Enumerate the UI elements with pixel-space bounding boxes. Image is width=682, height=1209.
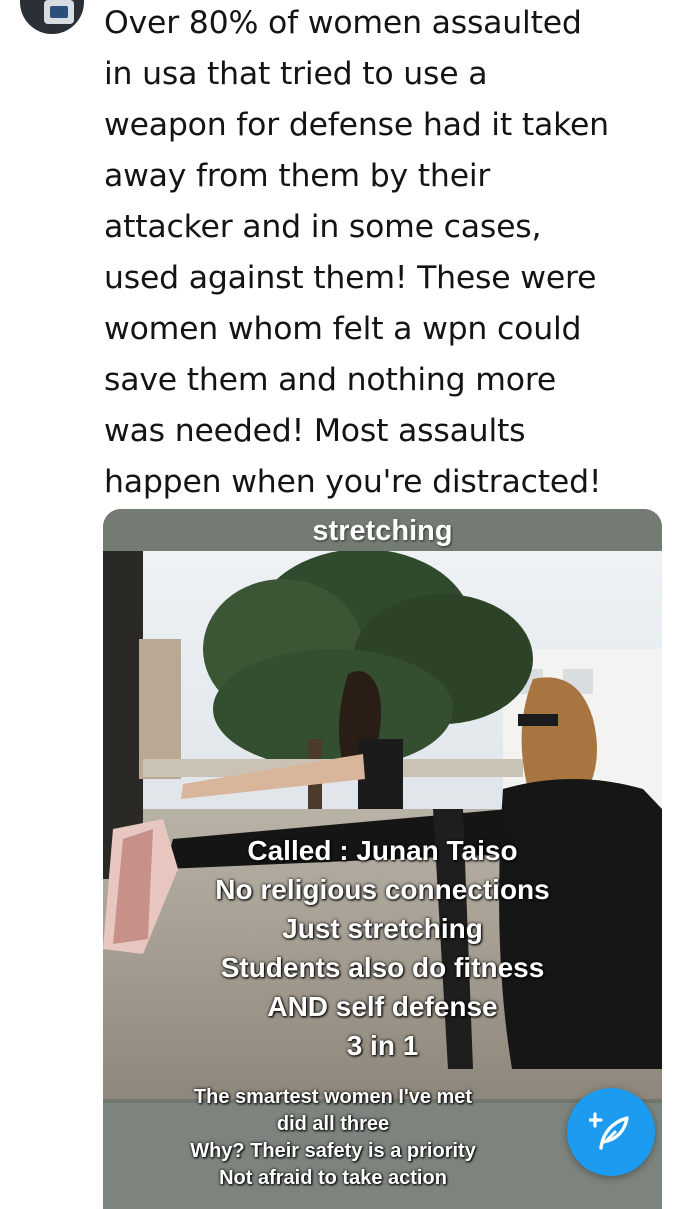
tweet-line: Over 80% of women assaulted xyxy=(104,5,582,41)
compose-button[interactable] xyxy=(567,1088,655,1176)
tweet-line: away from them by their xyxy=(104,158,491,194)
caption-line: Called : Junan Taiso xyxy=(247,835,518,866)
caption-line: Just stretching xyxy=(282,913,483,944)
caption-line: AND self defense xyxy=(267,991,498,1022)
tweet-line: happen when you're distracted! xyxy=(104,464,602,500)
bottom-caption: The smartest women I've met did all thre… xyxy=(103,1084,563,1192)
tweet-line: weapon for defense had it taken xyxy=(104,107,609,143)
caption-line: 3 in 1 xyxy=(346,1030,419,1061)
tweet-line: was needed! Most assaults xyxy=(104,413,526,449)
bottom-caption-line: did all three xyxy=(276,1113,390,1135)
tweet-line: save them and nothing more xyxy=(104,362,557,398)
bottom-caption-line: Not afraid to take action xyxy=(219,1167,447,1189)
overlay-caption: Called : Junan Taiso No religious connec… xyxy=(103,831,662,1065)
tweet-line: used against them! These were xyxy=(104,260,597,296)
feather-plus-icon xyxy=(589,1112,629,1150)
bottom-caption-line: The smartest women I've met xyxy=(193,1086,473,1108)
caption-line: Students also do fitness xyxy=(220,952,545,983)
author-avatar[interactable] xyxy=(20,0,84,34)
caption-line: No religious connections xyxy=(215,874,550,905)
tweet-line: women whom felt a wpn could xyxy=(104,311,582,347)
tweet-text: Over 80% of women assaulted in usa that … xyxy=(104,0,674,508)
top-caption: stretching xyxy=(312,515,453,547)
tweet-line: in usa that tried to use a xyxy=(104,56,488,92)
bottom-caption-line: Why? Their safety is a priority xyxy=(190,1140,476,1162)
tweet-line: attacker and in some cases, xyxy=(104,209,542,245)
avatar-graphic-detail xyxy=(50,6,68,18)
